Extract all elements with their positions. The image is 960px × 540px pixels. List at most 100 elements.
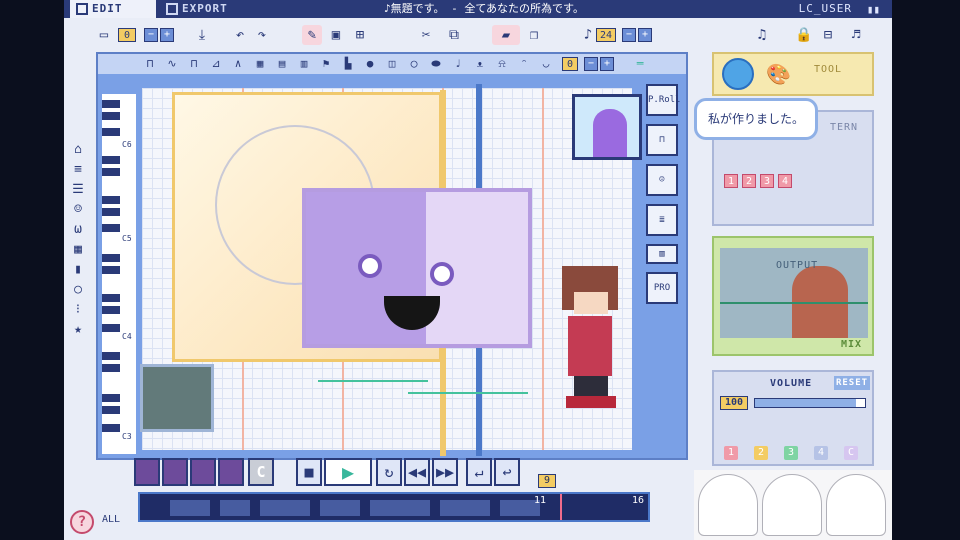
- timeline-segment[interactable]: [170, 500, 210, 516]
- timeline-segment[interactable]: [220, 500, 250, 516]
- undo-icon[interactable]: ↶: [230, 25, 250, 45]
- scissors-icon[interactable]: ✂: [416, 25, 436, 45]
- list-icon[interactable]: ≡: [66, 160, 90, 180]
- timeline-segment[interactable]: [440, 500, 490, 516]
- scene-thumbnail[interactable]: [162, 458, 188, 486]
- drum-icon[interactable]: ◯: [406, 56, 422, 72]
- channel-number[interactable]: 3: [784, 446, 798, 460]
- pencil-icon[interactable]: ✎: [302, 25, 322, 45]
- mix-button[interactable]: MIX: [841, 339, 862, 350]
- scene-thumbnail-c[interactable]: C: [248, 458, 274, 486]
- scene-thumbnail[interactable]: [134, 458, 160, 486]
- return-button[interactable]: ↵: [466, 458, 492, 486]
- bell-icon[interactable]: ⍾: [494, 56, 510, 72]
- tempo-small-value[interactable]: 9: [538, 474, 556, 488]
- pulse-wave-icon[interactable]: ⊓: [186, 56, 202, 72]
- wave-plus-button[interactable]: +: [600, 57, 614, 71]
- tempo-minus-button[interactable]: −: [622, 28, 636, 42]
- saw-wave-icon[interactable]: ⊿: [208, 56, 224, 72]
- circle-icon[interactable]: ○: [66, 280, 90, 300]
- flag-icon[interactable]: ⚑: [318, 56, 334, 72]
- loop-button[interactable]: ↻: [376, 458, 402, 486]
- volume-value[interactable]: 100: [720, 396, 748, 410]
- folder-icon[interactable]: ▭: [94, 25, 114, 45]
- timeline-cursor[interactable]: [560, 494, 562, 520]
- music-icon[interactable]: ♫: [752, 25, 772, 45]
- timeline-segment[interactable]: [260, 500, 310, 516]
- pattern-number[interactable]: 1: [724, 174, 738, 188]
- dog-icon[interactable]: ᴥ: [472, 56, 488, 72]
- menu-icon[interactable]: ☰: [66, 180, 90, 200]
- select-icon[interactable]: ▣: [326, 25, 346, 45]
- ghost-icon[interactable]: ◡: [538, 56, 554, 72]
- paste-icon[interactable]: ⧉: [444, 25, 464, 45]
- face-tool-icon[interactable]: ☺: [646, 164, 678, 196]
- play-button[interactable]: ▶: [324, 458, 372, 486]
- cat-icon[interactable]: ω: [66, 220, 90, 240]
- return-alt-button[interactable]: ↩: [494, 458, 520, 486]
- piano-roll-editor[interactable]: ⊓ ∿ ⊓ ⊿ ∧ ▦ ▤ ▥ ⚑ ▙ ● ◫ ◯ ⬬ ♩ ᴥ ⍾ ᵔ ◡ 0 …: [96, 52, 688, 460]
- chart-icon[interactable]: ▙: [340, 56, 356, 72]
- help-button[interactable]: ?: [70, 510, 94, 534]
- lines-green-icon[interactable]: ═: [628, 56, 652, 72]
- pattern-timeline[interactable]: 11 16: [138, 492, 650, 522]
- color-bars-icon[interactable]: ▥: [646, 244, 678, 264]
- noise-icon[interactable]: ▦: [252, 56, 268, 72]
- triangle-wave-icon[interactable]: ∧: [230, 56, 246, 72]
- redo-icon[interactable]: ↷: [252, 25, 272, 45]
- pattern-number[interactable]: 2: [742, 174, 756, 188]
- gamepad-icon[interactable]: ▦: [66, 240, 90, 260]
- toolbar-minus-button[interactable]: −: [144, 28, 158, 42]
- lock-icon[interactable]: 🔒: [794, 25, 814, 45]
- all-label[interactable]: ALL: [102, 514, 120, 525]
- music-file-icon[interactable]: ♬: [846, 25, 866, 45]
- stamp-icon[interactable]: ⊞: [350, 25, 370, 45]
- bucket-icon[interactable]: ◫: [384, 56, 400, 72]
- tempo-value[interactable]: 24: [596, 28, 616, 42]
- palette-icon[interactable]: 🎨: [766, 62, 791, 86]
- pill-icon[interactable]: ⬬: [428, 56, 444, 72]
- tab-edit[interactable]: EDIT: [70, 0, 156, 18]
- toolbar-plus-button[interactable]: +: [160, 28, 174, 42]
- scene-thumbnail[interactable]: [190, 458, 216, 486]
- copy-icon[interactable]: ❐: [524, 25, 544, 45]
- channel-number[interactable]: C: [844, 446, 858, 460]
- tab-export[interactable]: EXPORT: [160, 0, 260, 18]
- pattern-number[interactable]: 4: [778, 174, 792, 188]
- bookmark-icon[interactable]: ▮: [66, 260, 90, 280]
- piano-keyboard[interactable]: C6 C5 C4 C3: [102, 94, 136, 454]
- wave-counter[interactable]: 0: [562, 57, 578, 71]
- eraser-icon[interactable]: ▰: [492, 25, 520, 45]
- timeline-segment[interactable]: [320, 500, 360, 516]
- ball-icon[interactable]: ●: [362, 56, 378, 72]
- user-avatar[interactable]: [722, 58, 754, 90]
- pro-button[interactable]: PRO: [646, 272, 678, 304]
- window-icon[interactable]: ⊟: [818, 25, 838, 45]
- star-icon[interactable]: ★: [66, 320, 90, 340]
- forward-button[interactable]: ▶▶: [432, 458, 458, 486]
- square-wave-icon[interactable]: ⊓: [142, 56, 158, 72]
- lines-icon[interactable]: ⁝: [66, 300, 90, 320]
- channel-number[interactable]: 4: [814, 446, 828, 460]
- lock-icon[interactable]: ⌂: [66, 140, 90, 160]
- organ-icon[interactable]: ▥: [296, 56, 312, 72]
- stop-button[interactable]: ■: [296, 458, 322, 486]
- volume-slider[interactable]: [754, 398, 866, 408]
- reset-button[interactable]: RESET: [834, 376, 870, 390]
- pattern-number[interactable]: 3: [760, 174, 774, 188]
- cat-face-icon[interactable]: ᵔ: [516, 56, 532, 72]
- channel-number[interactable]: 1: [724, 446, 738, 460]
- guitar-icon[interactable]: ♩: [450, 56, 466, 72]
- layers-icon[interactable]: ≣: [646, 204, 678, 236]
- rewind-button[interactable]: ◀◀: [404, 458, 430, 486]
- timeline-segment[interactable]: [370, 500, 430, 516]
- note-sequence[interactable]: [408, 386, 528, 394]
- smile-icon[interactable]: ☺: [66, 200, 90, 220]
- pulse-tool-icon[interactable]: ⊓: [646, 124, 678, 156]
- channel-number[interactable]: 2: [754, 446, 768, 460]
- keyboard-icon[interactable]: ▤: [274, 56, 290, 72]
- piano-roll-button[interactable]: P.Roll: [646, 84, 681, 116]
- download-icon[interactable]: ⤓: [192, 25, 212, 45]
- note-sequence[interactable]: [318, 370, 428, 382]
- tempo-plus-button[interactable]: +: [638, 28, 652, 42]
